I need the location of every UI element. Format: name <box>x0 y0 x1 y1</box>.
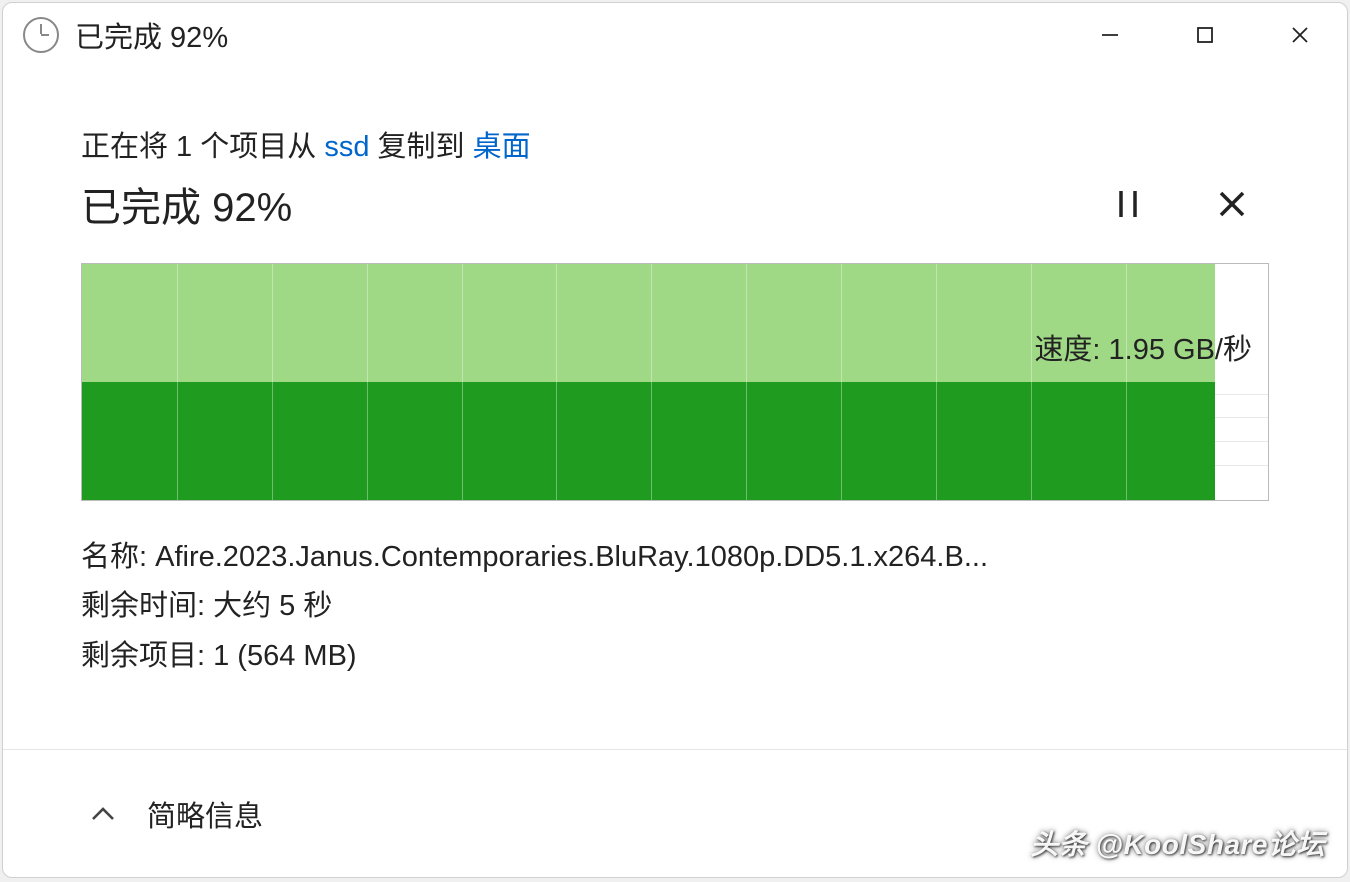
close-button[interactable] <box>1252 3 1347 67</box>
detail-time-row: 剩余时间: 大约 5 秒 <box>81 582 1269 631</box>
toggle-label: 简略信息 <box>147 793 263 835</box>
time-label: 剩余时间: <box>81 590 213 622</box>
minimize-button[interactable] <box>1062 3 1157 67</box>
name-value: Afire.2023.Janus.Contemporaries.BluRay.1… <box>155 541 988 573</box>
dialog-content: 正在将 1 个项目从 ssd 复制到 桌面 已完成 92% <box>3 67 1347 681</box>
copy-description: 正在将 1 个项目从 ssd 复制到 桌面 <box>81 123 1269 165</box>
speed-value: 速度: 1.95 GB/秒 <box>1034 326 1252 368</box>
pause-button[interactable] <box>1105 181 1151 227</box>
file-copy-dialog: 已完成 92% 正在将 1 个项目从 ssd 复制到 桌面 已完成 92% <box>2 2 1348 878</box>
maximize-button[interactable] <box>1157 3 1252 67</box>
name-label: 名称: <box>81 541 155 573</box>
transfer-details: 名称: Afire.2023.Janus.Contemporaries.BluR… <box>81 533 1269 681</box>
items-label: 剩余项目: <box>81 640 213 672</box>
chevron-up-icon <box>89 800 117 828</box>
detail-items-row: 剩余项目: 1 (564 MB) <box>81 632 1269 681</box>
progress-header-row: 已完成 92% <box>81 175 1269 233</box>
clock-icon <box>23 17 59 53</box>
time-value: 大约 5 秒 <box>213 590 332 622</box>
titlebar[interactable]: 已完成 92% <box>3 3 1347 67</box>
destination-link[interactable]: 桌面 <box>473 131 531 163</box>
speed-chart[interactable]: 速度: 1.95 GB/秒 <box>81 263 1269 501</box>
copy-prefix: 正在将 1 个项目从 <box>81 131 324 163</box>
bottom-toggle-bar[interactable]: 简略信息 <box>3 749 1347 877</box>
chart-lower-area <box>82 382 1215 500</box>
action-buttons <box>1105 181 1255 227</box>
copy-mid: 复制到 <box>369 131 472 163</box>
window-controls <box>1062 3 1347 67</box>
progress-percentage: 已完成 92% <box>81 175 292 233</box>
source-link[interactable]: ssd <box>324 131 369 163</box>
cancel-button[interactable] <box>1209 181 1255 227</box>
items-value: 1 (564 MB) <box>213 640 356 672</box>
detail-name-row: 名称: Afire.2023.Janus.Contemporaries.BluR… <box>81 533 1269 582</box>
window-title: 已完成 92% <box>75 14 228 56</box>
